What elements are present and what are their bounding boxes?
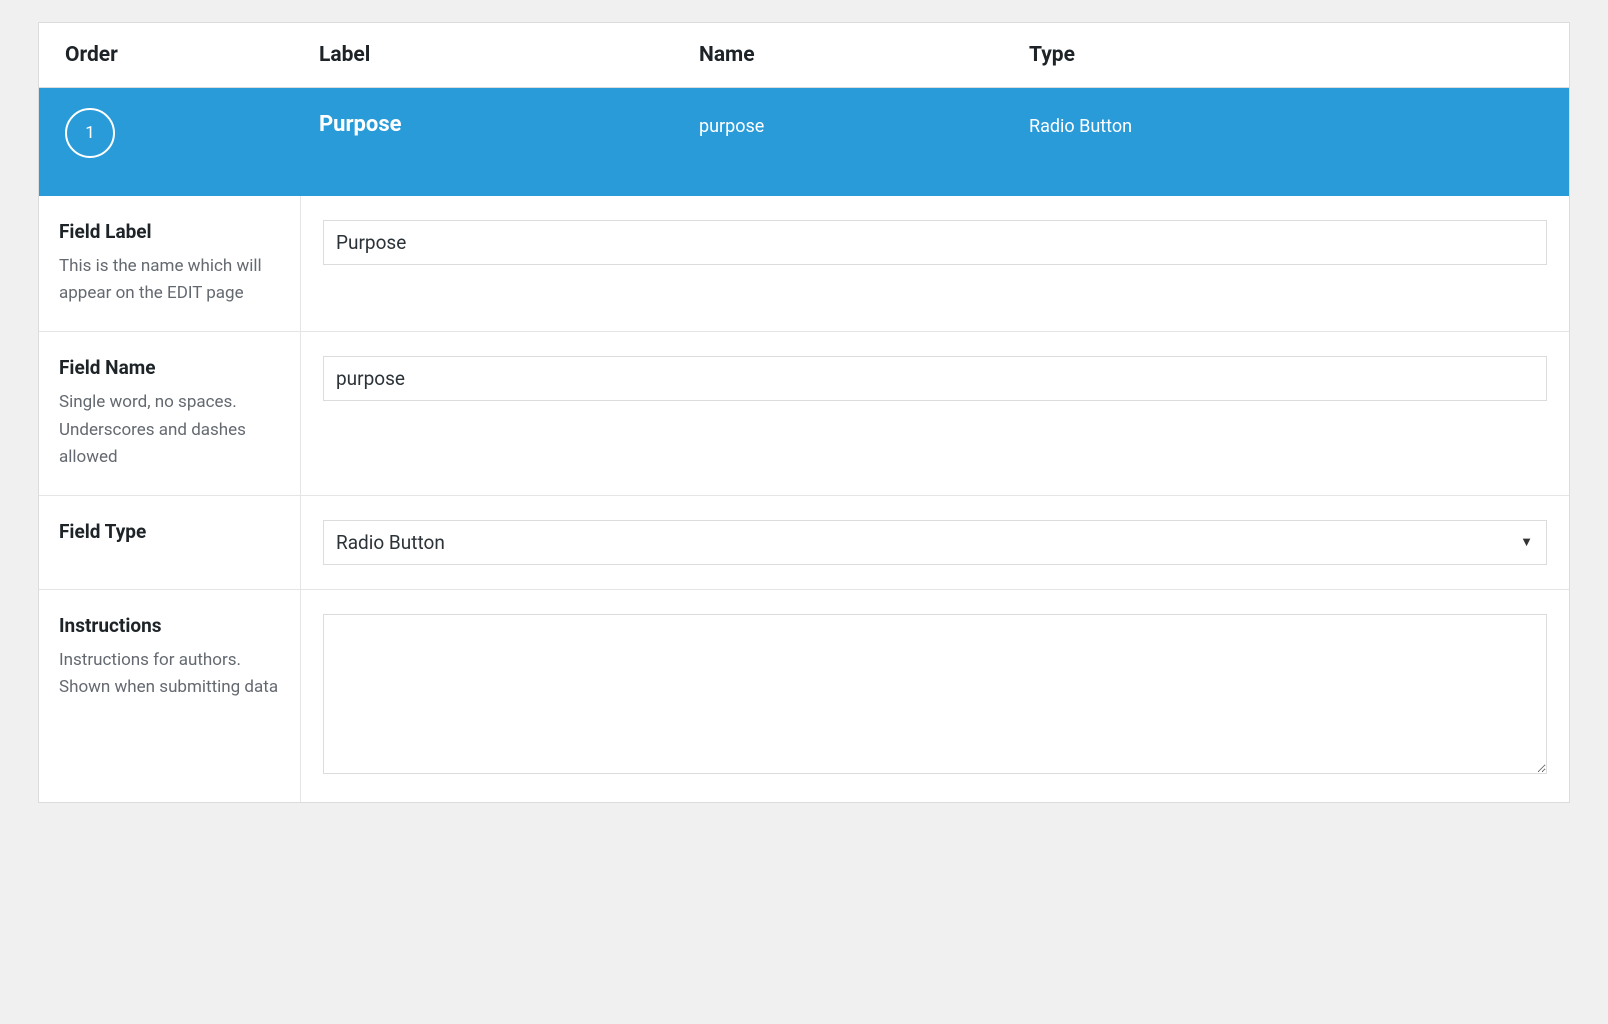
field-label-desc: This is the name which will appear on th… bbox=[59, 253, 282, 307]
setting-field-type: Field Type Radio Button ▼ bbox=[39, 495, 1569, 589]
field-name-input[interactable] bbox=[323, 356, 1547, 401]
setting-field-name: Field Name Single word, no spaces. Under… bbox=[39, 331, 1569, 495]
instructions-textarea[interactable] bbox=[323, 614, 1547, 774]
instructions-desc: Instructions for authors. Shown when sub… bbox=[59, 647, 282, 701]
field-type-select[interactable]: Radio Button bbox=[323, 520, 1547, 565]
setting-field-label: Field Label This is the name which will … bbox=[39, 196, 1569, 331]
order-number: 1 bbox=[85, 123, 95, 143]
setting-instructions: Instructions Instructions for authors. S… bbox=[39, 589, 1569, 802]
table-header: Order Label Name Type bbox=[39, 23, 1569, 88]
header-type: Type bbox=[1029, 43, 1569, 67]
field-name-title: Field Name bbox=[59, 356, 282, 379]
field-label-input[interactable] bbox=[323, 220, 1547, 265]
field-settings: Field Label This is the name which will … bbox=[39, 196, 1569, 802]
order-badge: 1 bbox=[65, 108, 115, 158]
header-name: Name bbox=[699, 43, 1029, 67]
field-label-title: Field Label bbox=[59, 220, 282, 243]
field-type-title: Field Type bbox=[59, 520, 282, 543]
field-group-panel: Order Label Name Type 1 Purpose purpose … bbox=[38, 22, 1570, 803]
row-type: Radio Button bbox=[1029, 108, 1569, 137]
header-order: Order bbox=[39, 43, 319, 67]
row-name: purpose bbox=[699, 108, 1029, 137]
row-label: Purpose bbox=[319, 108, 699, 137]
instructions-title: Instructions bbox=[59, 614, 282, 637]
header-label: Label bbox=[319, 43, 699, 67]
field-row-active[interactable]: 1 Purpose purpose Radio Button bbox=[39, 88, 1569, 196]
field-name-desc: Single word, no spaces. Underscores and … bbox=[59, 389, 282, 471]
